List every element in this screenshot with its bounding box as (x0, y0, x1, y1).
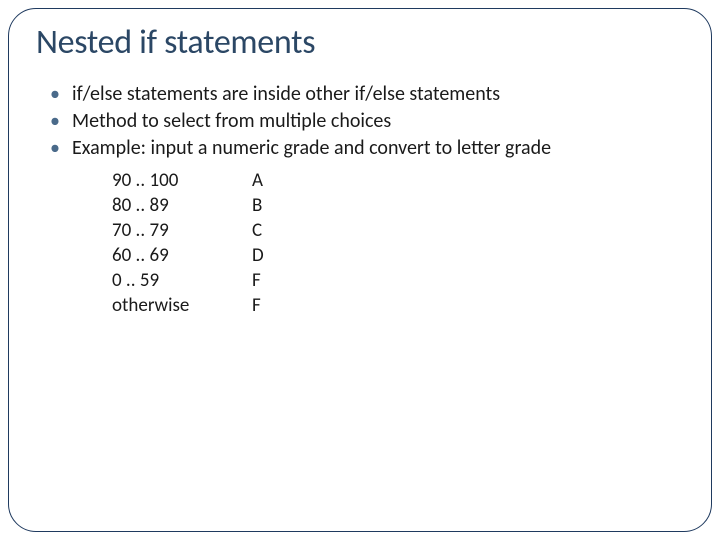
bullet-item: Method to select from multiple choices (50, 108, 684, 135)
grade-range: 60 .. 69 (112, 243, 252, 268)
grade-letter: A (252, 168, 292, 193)
table-row: 80 .. 89 B (112, 193, 684, 218)
grade-letter: B (252, 193, 292, 218)
grade-letter: F (252, 268, 292, 293)
table-row: 90 .. 100 A (112, 168, 684, 193)
slide-title: Nested if statements (36, 22, 684, 63)
slide-content: Nested if statements if/else statements … (36, 22, 684, 318)
table-row: 0 .. 59 F (112, 268, 684, 293)
table-row: otherwise F (112, 293, 684, 318)
table-row: 70 .. 79 C (112, 218, 684, 243)
grade-range: otherwise (112, 293, 252, 318)
table-row: 60 .. 69 D (112, 243, 684, 268)
bullet-list: if/else statements are inside other if/e… (36, 81, 684, 162)
bullet-item: Example: input a numeric grade and conve… (50, 135, 684, 162)
grade-letter: C (252, 218, 292, 243)
grade-letter: F (252, 293, 292, 318)
bullet-item: if/else statements are inside other if/e… (50, 81, 684, 108)
grade-range: 70 .. 79 (112, 218, 252, 243)
grade-letter: D (252, 243, 292, 268)
grade-range: 0 .. 59 (112, 268, 252, 293)
grade-range: 90 .. 100 (112, 168, 252, 193)
grade-table: 90 .. 100 A 80 .. 89 B 70 .. 79 C 60 .. … (112, 168, 684, 318)
grade-range: 80 .. 89 (112, 193, 252, 218)
